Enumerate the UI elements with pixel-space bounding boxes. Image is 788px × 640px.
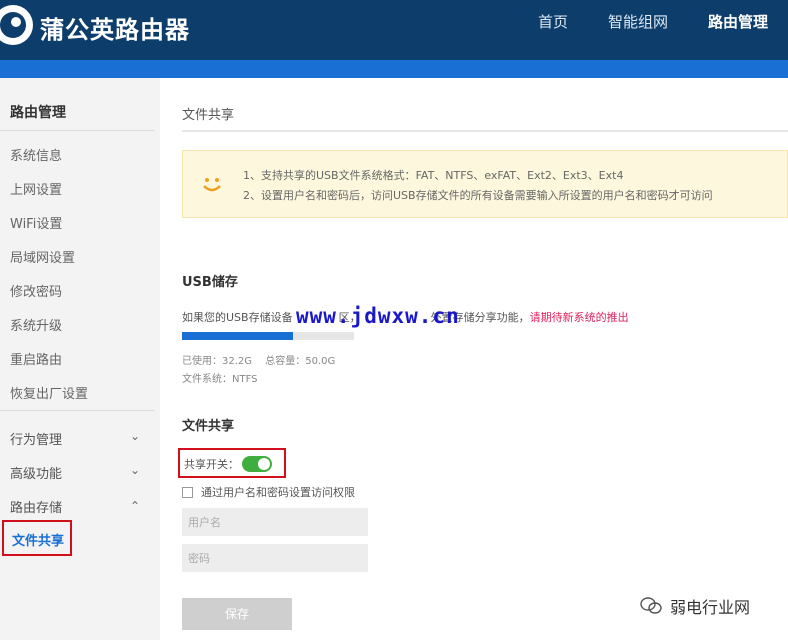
share-toggle-row: 共享开关：: [178, 448, 286, 478]
top-header: 蒲公英路由器 首页 智能组网 路由管理: [0, 0, 788, 78]
chevron-down-icon: ⌄: [129, 429, 140, 443]
notice-box: 1、支持共享的USB文件系统格式：FAT、NTFS、exFAT、Ext2、Ext…: [182, 150, 788, 218]
sidebar-group-label: 路由存储: [10, 501, 63, 516]
title-divider: [182, 130, 788, 132]
sidebar-group-label: 行为管理: [10, 433, 63, 448]
storage-progress-fill: [182, 332, 293, 340]
notice-line-2: 2、设置用户名和密码后，访问USB存储文件的所有设备需要输入所设置的用户名和密码…: [243, 189, 713, 202]
watermark-brand-text: 弱电行业网: [670, 598, 751, 617]
usb-desc-end: 分享功能，: [474, 311, 530, 324]
storage-usage: 已使用：32.2G 总容量：50.0G: [182, 352, 335, 367]
total-value: 50.0G: [305, 356, 336, 367]
sidebar-divider: [0, 130, 155, 131]
sidebar-item-system-info[interactable]: 系统信息: [10, 145, 62, 164]
sidebar-item-system-upgrade[interactable]: 系统升级: [10, 315, 62, 334]
sidebar: 路由管理 系统信息 上网设置 WiFi设置 局域网设置 修改密码 系统升级 重启…: [0, 78, 160, 640]
sidebar-group-advanced[interactable]: 高级功能 ⌄: [10, 463, 140, 482]
toggle-knob: [258, 458, 270, 470]
share-toggle-switch[interactable]: [242, 456, 272, 472]
page-title: 文件共享: [182, 108, 235, 123]
brand-name: 蒲公英路由器: [40, 16, 190, 44]
username-input[interactable]: [182, 508, 368, 536]
chevron-up-icon: ⌃: [129, 499, 140, 513]
sidebar-item-factory-reset[interactable]: 恢复出厂设置: [10, 383, 88, 402]
main-content: 文件共享 1、支持共享的USB文件系统格式：FAT、NTFS、exFAT、Ext…: [160, 78, 788, 640]
watermark-url: www.jdwxw.cn: [296, 304, 460, 328]
sidebar-divider: [0, 410, 155, 411]
wechat-icon: [640, 597, 662, 614]
sidebar-title: 路由管理: [10, 105, 66, 121]
nav-home[interactable]: 首页: [518, 0, 588, 60]
chevron-down-icon: ⌄: [129, 463, 140, 477]
auth-checkbox[interactable]: [182, 486, 193, 498]
sidebar-group-label: 高级功能: [10, 467, 63, 482]
sidebar-group-storage[interactable]: 路由存储 ⌃: [10, 497, 140, 516]
watermark-brand: 弱电行业网: [640, 594, 750, 618]
save-button[interactable]: 保存: [182, 598, 292, 630]
main-nav: 首页 智能组网 路由管理: [518, 0, 788, 60]
used-value: 32.2G: [222, 356, 253, 367]
auth-checkbox-label: 通过用户名和密码设置访问权限: [201, 486, 355, 499]
sidebar-item-reboot[interactable]: 重启路由: [10, 349, 62, 368]
sidebar-item-wifi-settings[interactable]: WiFi设置: [10, 213, 62, 232]
used-label: 已使用：: [182, 356, 222, 367]
sidebar-item-change-password[interactable]: 修改密码: [10, 281, 62, 300]
auth-checkbox-row[interactable]: 通过用户名和密码设置访问权限: [182, 484, 355, 500]
header-accent-bar: [0, 60, 788, 78]
dandelion-logo-icon: [0, 5, 33, 45]
share-section-title: 文件共享: [182, 419, 235, 434]
storage-progress-bar: [182, 332, 354, 340]
sidebar-group-behavior[interactable]: 行为管理 ⌄: [10, 429, 140, 448]
nav-router-management[interactable]: 路由管理: [688, 0, 788, 60]
sidebar-item-internet-settings[interactable]: 上网设置: [10, 179, 62, 198]
notice-line-1: 1、支持共享的USB文件系统格式：FAT、NTFS、exFAT、Ext2、Ext…: [243, 169, 624, 182]
share-toggle-label: 共享开关：: [184, 458, 239, 471]
fs-label: 文件系统：: [182, 374, 232, 385]
usb-desc-prefix: 如果您的USB存储设备: [182, 311, 293, 324]
nav-smart-network[interactable]: 智能组网: [588, 0, 688, 60]
fs-value: NTFS: [232, 374, 258, 385]
sidebar-item-lan-settings[interactable]: 局域网设置: [10, 247, 75, 266]
sidebar-item-label: 文件共享: [12, 534, 65, 549]
sidebar-item-file-sharing[interactable]: 文件共享: [2, 520, 72, 556]
total-label: 总容量：: [265, 356, 306, 367]
smiley-icon: [203, 178, 221, 192]
filesystem-info: 文件系统：NTFS: [182, 370, 258, 385]
usb-section-title: USB储存: [182, 275, 238, 290]
password-input[interactable]: [182, 544, 368, 572]
usb-desc-warning: 请期待新系统的推出: [529, 311, 629, 324]
